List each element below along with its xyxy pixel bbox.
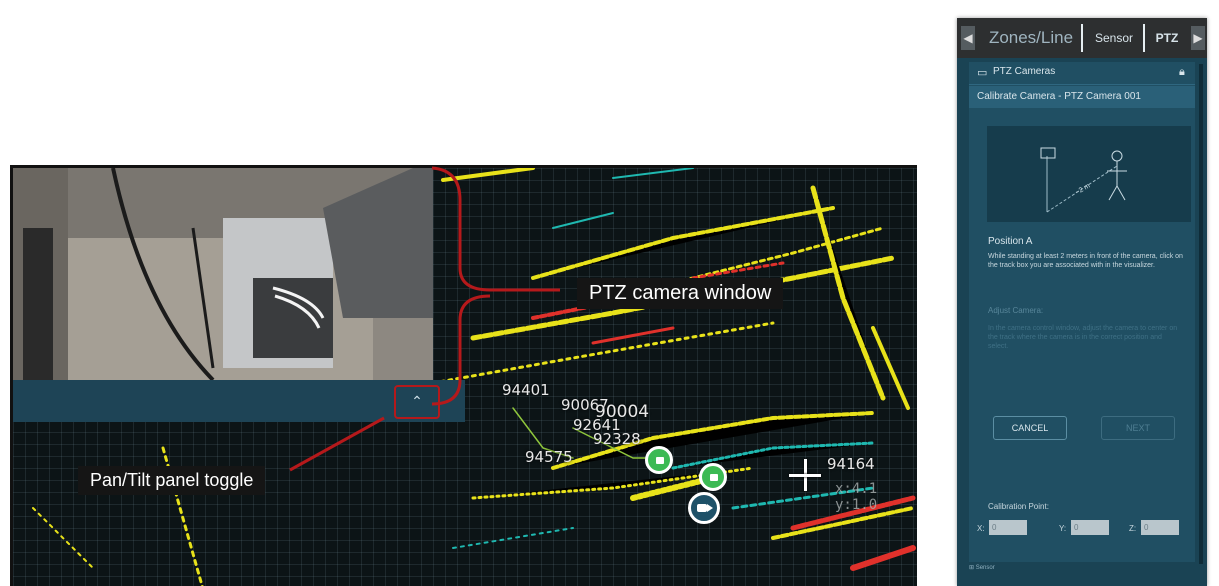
footer-label: Sensor [975,565,995,571]
lock-icon[interactable]: 🔒︎ [1179,66,1185,79]
camera-icon: ▭ [977,67,988,79]
panel-tab-bar: ◀ Zones/Line Sensor PTZ ▶ [957,18,1207,58]
sensor-icon: ⊞ [969,565,976,571]
calibrate-camera-header: Calibrate Camera - PTZ Camera 001 [969,86,1195,108]
tab-ptz[interactable]: PTZ [1147,22,1187,54]
tab-scroll-left-icon[interactable]: ◀ [961,26,975,50]
tab-scroll-right-icon[interactable]: ▶ [1191,26,1205,50]
tab-divider [1081,24,1083,52]
ptz-cameras-section: ▭ PTZ Cameras 🔒︎ Calibrate Camera - PTZ … [969,62,1195,562]
tab-divider [1143,24,1145,52]
position-title: Position A [988,236,1033,247]
tab-sensor[interactable]: Sensor [1085,22,1143,54]
panel-scrollbar[interactable] [1199,64,1203,564]
calibration-y-field[interactable] [1071,520,1109,535]
calibration-x-field[interactable] [989,520,1027,535]
next-button[interactable]: NEXT [1101,416,1175,440]
section-title: PTZ Cameras [993,66,1056,77]
ptz-window-callout: PTZ camera window [577,278,784,309]
cancel-button[interactable]: CANCEL [993,416,1067,440]
tab-zones-lines[interactable]: Zones/Line [981,22,1081,54]
adjust-camera-title: Adjust Camera: [988,306,1044,315]
z-label: Z: [1129,524,1137,533]
settings-panel: ◀ Zones/Line Sensor PTZ ▶ ▭ PTZ Cameras … [957,18,1207,586]
x-label: X: [977,524,985,533]
calibration-point-label: Calibration Point: [988,502,1049,511]
calibration-diagram: ~2 m [987,126,1191,222]
panel-footer: ⊞ Sensor [969,564,995,571]
position-instructions: While standing at least 2 meters in fron… [988,253,1183,269]
ptz-cameras-header[interactable]: ▭ PTZ Cameras 🔒︎ [969,62,1195,85]
calibration-z-field[interactable] [1141,520,1179,535]
pan-tilt-toggle-callout: Pan/Tilt panel toggle [78,466,266,495]
y-label: Y: [1059,524,1067,533]
adjust-camera-instructions: In the camera control window, adjust the… [988,325,1178,350]
